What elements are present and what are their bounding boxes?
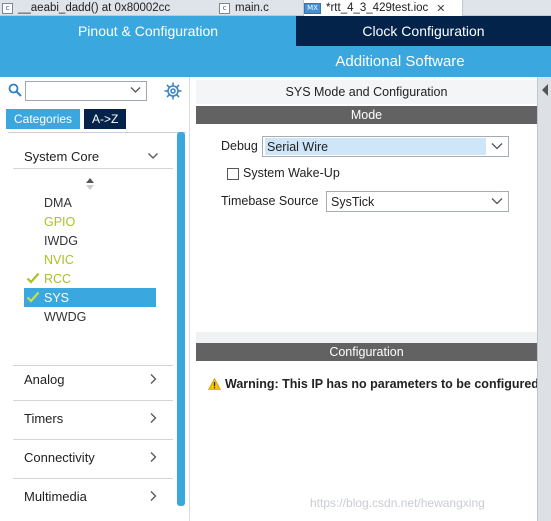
sys-configuration-panel: SYS Mode and Configuration Mode Debug Se… [196, 80, 538, 521]
configuration-section-header: Configuration [196, 343, 537, 361]
pinout-view-edge[interactable] [537, 77, 551, 521]
category-label: Connectivity [24, 449, 95, 465]
page-title: SYS Mode and Configuration [196, 80, 537, 104]
editor-tab-disassembly[interactable]: c __aeabi_dadd() at 0x80002cc [2, 0, 217, 16]
divider [13, 478, 173, 479]
checkmark-icon [26, 272, 40, 284]
mx-header: Pinout & Configuration Clock Configurati… [0, 16, 551, 77]
list-item-sys[interactable]: SYS [24, 288, 156, 307]
timebase-label: Timebase Source [221, 194, 319, 208]
collapse-arrow-icon[interactable] [541, 83, 549, 97]
checkmark-icon [26, 291, 40, 303]
divider [13, 439, 173, 440]
category-label: System Core [24, 148, 100, 164]
category-system-core[interactable]: System Core [24, 147, 159, 165]
debug-select[interactable]: Serial Wire [262, 136, 509, 157]
editor-tab-bar: c __aeabi_dadd() at 0x80002cc c main.c M… [0, 0, 551, 16]
category-multimedia[interactable]: Multimedia [24, 487, 159, 505]
list-item-gpio[interactable]: GPIO [24, 212, 156, 231]
item-label: RCC [44, 271, 72, 286]
item-label: DMA [44, 195, 72, 210]
editor-tab-label: __aeabi_dadd() at 0x80002cc [18, 2, 171, 14]
editor-tab-label: main.c [235, 2, 269, 14]
list-item-wwdg[interactable]: WWDG [24, 307, 156, 326]
divider [13, 168, 173, 169]
c-file-icon: c [219, 2, 230, 14]
chevron-down-icon [148, 153, 158, 159]
magnifier-icon[interactable] [8, 83, 22, 97]
tab-a-to-z[interactable]: A->Z [84, 109, 127, 129]
mode-section-header: Mode [196, 106, 537, 124]
warning-icon [208, 378, 221, 390]
category-label: Analog [24, 371, 65, 387]
category-label: Timers [24, 410, 64, 426]
category-label: Multimedia [24, 488, 87, 504]
divider [13, 365, 173, 366]
c-file-icon: c [2, 2, 13, 14]
sort-arrows-icon[interactable] [84, 177, 96, 191]
timebase-select[interactable]: SysTick [326, 191, 509, 212]
category-view-tabs: Categories A->Z [6, 109, 127, 129]
editor-tab-label: *rtt_4_3_429test.ioc [326, 2, 429, 14]
item-label: IWDG [44, 233, 79, 248]
chevron-right-icon [150, 452, 157, 462]
list-item-dma[interactable]: DMA [24, 193, 156, 212]
watermark: https://blog.csdn.net/hewangxing [310, 496, 485, 510]
chevron-down-icon [130, 87, 141, 93]
category-analog[interactable]: Analog [24, 370, 159, 388]
categories-panel: Categories A->Z System Core DMA GPIO IWD… [0, 77, 190, 521]
search-combo[interactable] [25, 81, 147, 101]
gear-icon[interactable] [163, 81, 183, 101]
no-parameters-warning: Warning: This IP has no parameters to be… [208, 375, 538, 393]
timebase-select-value: SysTick [331, 194, 375, 209]
chevron-right-icon [150, 413, 157, 423]
chevron-down-icon [491, 198, 503, 205]
tab-clock-configuration[interactable]: Clock Configuration [296, 16, 551, 46]
close-icon[interactable]: ✕ [436, 2, 445, 15]
item-label: SYS [44, 290, 70, 305]
wakeup-checkbox[interactable] [227, 168, 239, 180]
item-label: WWDG [44, 309, 87, 324]
divider [13, 400, 173, 401]
panel-divider[interactable] [196, 332, 537, 343]
warning-text: Warning: This IP has no parameters to be… [225, 377, 538, 391]
wakeup-label: System Wake-Up [243, 166, 340, 180]
debug-select-value: Serial Wire [265, 138, 486, 155]
item-label: GPIO [44, 214, 76, 229]
chevron-right-icon [150, 491, 157, 501]
category-timers[interactable]: Timers [24, 409, 159, 427]
tab-categories[interactable]: Categories [6, 109, 81, 129]
debug-label: Debug [221, 139, 258, 153]
list-item-rcc[interactable]: RCC [24, 269, 156, 288]
editor-tab-ioc[interactable]: MX *rtt_4_3_429test.ioc ✕ [303, 0, 463, 16]
editor-tab-main-c[interactable]: c main.c [219, 0, 301, 16]
category-scrollbar[interactable] [177, 132, 185, 506]
chevron-right-icon [150, 374, 157, 384]
list-item-nvic[interactable]: NVIC [24, 250, 156, 269]
search-row [0, 79, 190, 103]
chevron-down-icon [491, 143, 503, 150]
tab-additional-software[interactable]: Additional Software [0, 46, 551, 77]
tab-pinout-configuration[interactable]: Pinout & Configuration [0, 16, 296, 46]
mx-file-icon: MX [304, 2, 321, 14]
list-item-iwdg[interactable]: IWDG [24, 231, 156, 250]
item-label: NVIC [44, 252, 74, 267]
category-connectivity[interactable]: Connectivity [24, 448, 159, 466]
